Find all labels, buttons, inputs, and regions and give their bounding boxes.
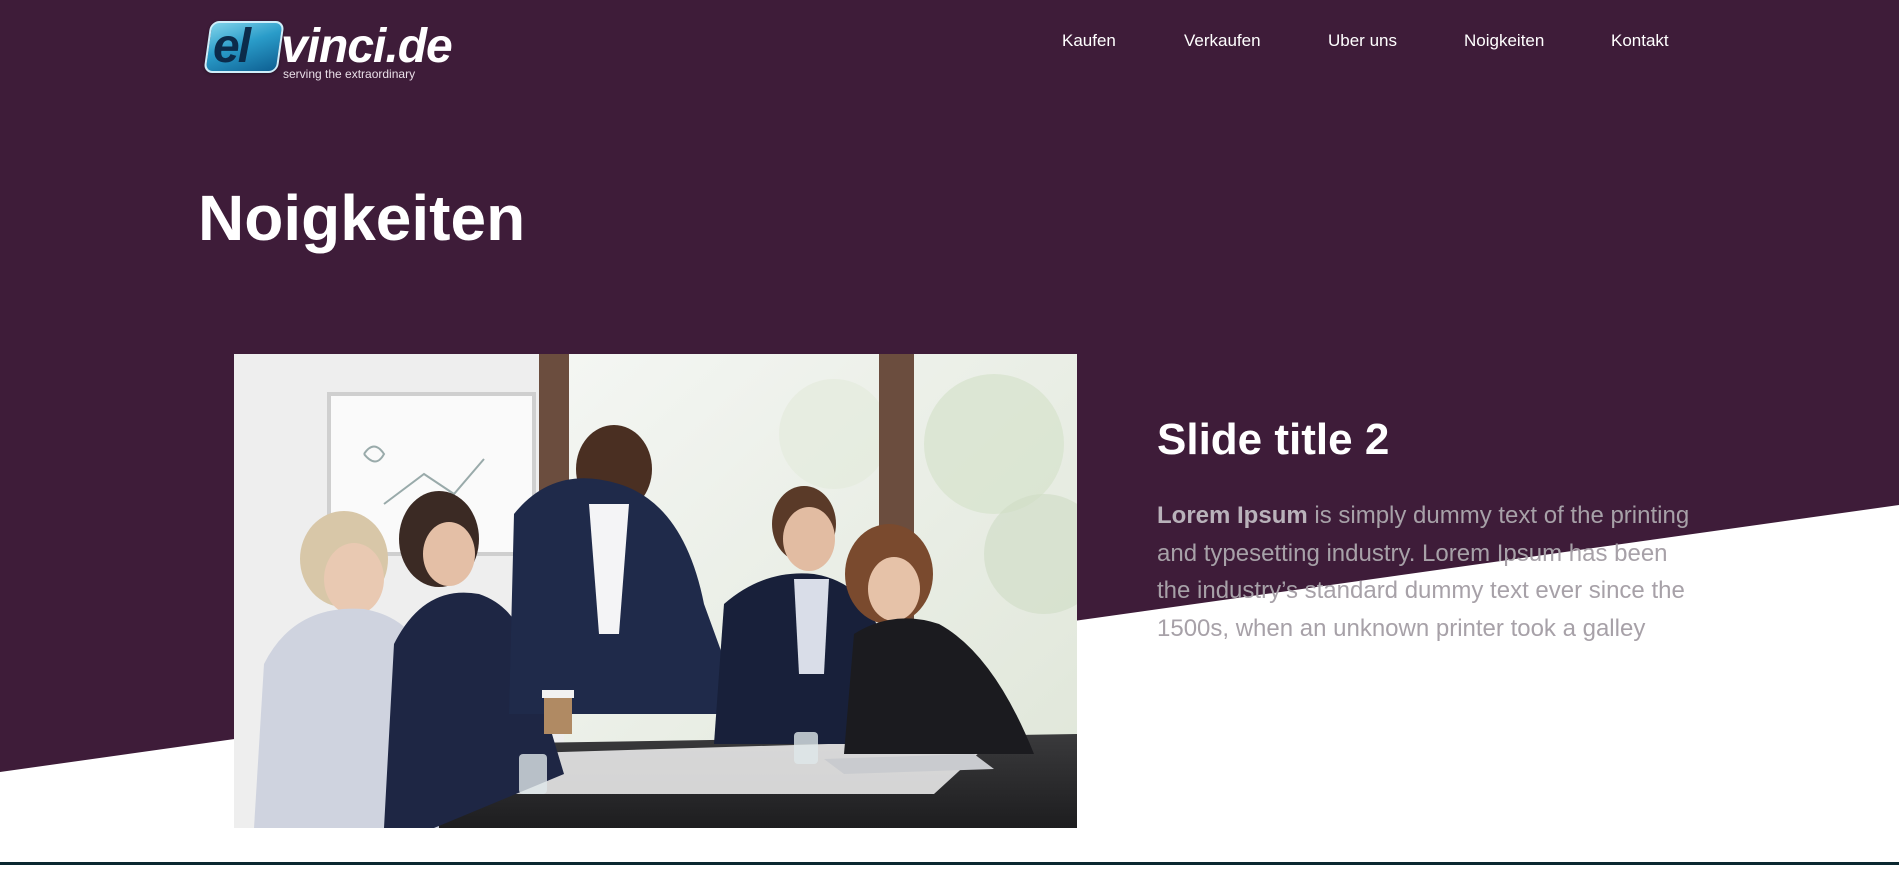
nav-item-noigkeiten[interactable]: Noigkeiten [1464, 30, 1544, 52]
nav-item-uber-uns[interactable]: Uber uns [1328, 30, 1397, 52]
nav-item-kontakt[interactable]: Kontakt [1611, 30, 1669, 52]
slide-description: Lorem Ipsum is simply dummy text of the … [1157, 497, 1697, 647]
site-header: el vinci.de serving the extraordinary Ka… [0, 0, 1899, 100]
slide-description-bold: Lorem Ipsum [1157, 502, 1308, 529]
page-title: Noigkeiten [198, 182, 526, 254]
slide-title: Slide title 2 [1157, 415, 1390, 464]
nav-item-kaufen[interactable]: Kaufen [1062, 30, 1116, 52]
logo-tagline: serving the extraordinary [283, 67, 416, 81]
nav-item-verkaufen[interactable]: Verkaufen [1184, 30, 1261, 52]
main-nav: Kaufen Verkaufen Uber uns Noigkeiten Kon… [0, 30, 1899, 54]
slide-image [234, 354, 1077, 828]
business-meeting-photo [234, 354, 1077, 828]
